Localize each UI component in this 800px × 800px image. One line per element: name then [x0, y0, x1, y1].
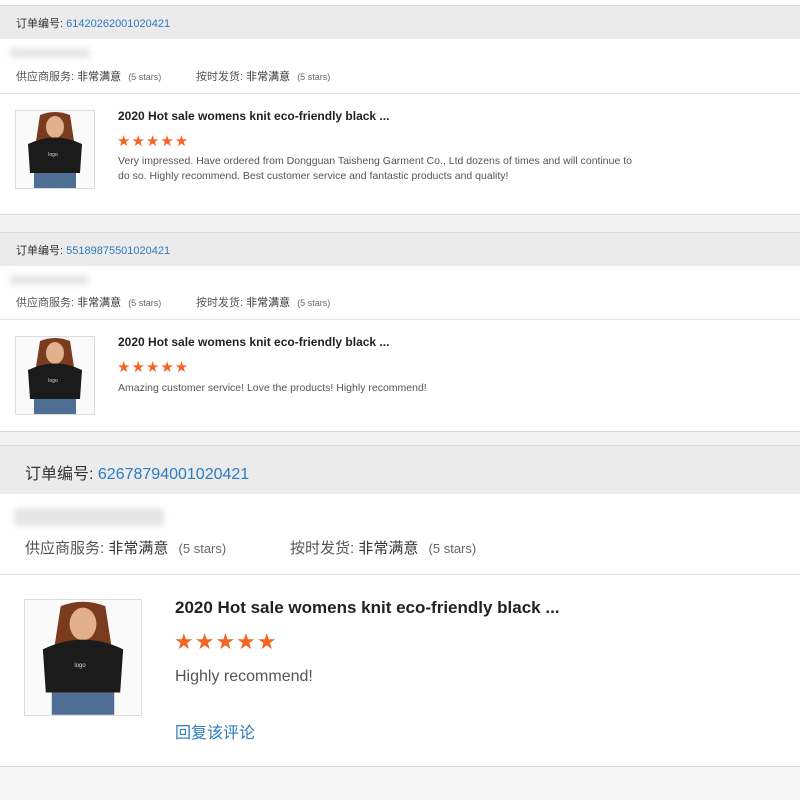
- review-card: 订单编号: 55189875501020421 供应商服务: 非常满意 (5 s…: [0, 232, 800, 432]
- supplier-service-value: 非常满意: [108, 540, 169, 557]
- on-time-shipping-stars: (5 stars): [428, 541, 477, 556]
- supplier-service-stars: (5 stars): [128, 298, 162, 308]
- supplier-service-label: 供应商服务:: [25, 540, 105, 557]
- on-time-shipping-label: 按时发货:: [290, 540, 355, 557]
- product-image: logo: [16, 337, 94, 414]
- logo-text: logo: [74, 663, 86, 669]
- review-card: 订单编号: 61420262001020421 供应商服务: 非常满意 (5 s…: [0, 5, 800, 215]
- on-time-shipping-stars: (5 stars): [297, 72, 331, 82]
- product-thumbnail[interactable]: logo: [15, 336, 95, 415]
- order-number-link[interactable]: 62678794001020421: [98, 466, 249, 483]
- divider: [0, 93, 800, 94]
- review-text: Amazing customer service! Love the produ…: [118, 382, 427, 394]
- review-card: 订单编号: 62678794001020421 供应商服务: 非常满意 (5 s…: [0, 445, 800, 767]
- review-text: Highly recommend!: [175, 668, 313, 685]
- product-title[interactable]: 2020 Hot sale womens knit eco-friendly b…: [175, 598, 560, 618]
- on-time-shipping-stars: (5 stars): [297, 298, 331, 308]
- star-rating: ★★★★★: [174, 629, 278, 654]
- buyer-name-blurred: [10, 48, 90, 58]
- star-rating: ★★★★★: [117, 359, 190, 376]
- product-thumbnail[interactable]: logo: [24, 599, 142, 716]
- order-header: 订单编号: 61420262001020421: [0, 6, 800, 39]
- order-header: 订单编号: 62678794001020421: [0, 446, 800, 494]
- order-number-label: 订单编号:: [16, 18, 64, 30]
- product-title[interactable]: 2020 Hot sale womens knit eco-friendly b…: [118, 109, 389, 123]
- star-rating: ★★★★★: [117, 133, 190, 150]
- product-image: logo: [16, 111, 94, 188]
- product-image: logo: [25, 600, 141, 715]
- supplier-service-label: 供应商服务:: [16, 297, 75, 309]
- supplier-service-stars: (5 stars): [178, 541, 227, 556]
- order-number-label: 订单编号:: [16, 245, 64, 257]
- order-number-label: 订单编号:: [25, 466, 94, 483]
- review-text: Very impressed. Have ordered from Donggu…: [118, 155, 632, 183]
- supplier-service-stars: (5 stars): [128, 72, 162, 82]
- logo-text: logo: [48, 152, 58, 158]
- card-gap: [0, 432, 800, 445]
- order-number-link[interactable]: 55189875501020421: [66, 245, 170, 257]
- reply-to-review-link[interactable]: 回复该评论: [175, 719, 255, 743]
- on-time-shipping-value: 非常满意: [358, 540, 419, 557]
- card-gap: [0, 767, 800, 800]
- buyer-name-blurred: [14, 508, 164, 526]
- on-time-shipping-value: 非常满意: [246, 71, 291, 83]
- order-number-link[interactable]: 61420262001020421: [66, 18, 170, 30]
- divider: [0, 319, 800, 320]
- card-gap: [0, 215, 800, 232]
- on-time-shipping-label: 按时发货:: [196, 71, 244, 83]
- buyer-name-blurred: [10, 275, 88, 285]
- on-time-shipping-label: 按时发货:: [196, 297, 244, 309]
- divider: [0, 574, 800, 575]
- order-header: 订单编号: 55189875501020421: [0, 233, 800, 266]
- supplier-service-value: 非常满意: [77, 71, 122, 83]
- supplier-service-value: 非常满意: [77, 297, 122, 309]
- product-title[interactable]: 2020 Hot sale womens knit eco-friendly b…: [118, 335, 389, 349]
- on-time-shipping-value: 非常满意: [246, 297, 291, 309]
- logo-text: logo: [48, 378, 58, 384]
- supplier-service-label: 供应商服务:: [16, 71, 75, 83]
- product-thumbnail[interactable]: logo: [15, 110, 95, 189]
